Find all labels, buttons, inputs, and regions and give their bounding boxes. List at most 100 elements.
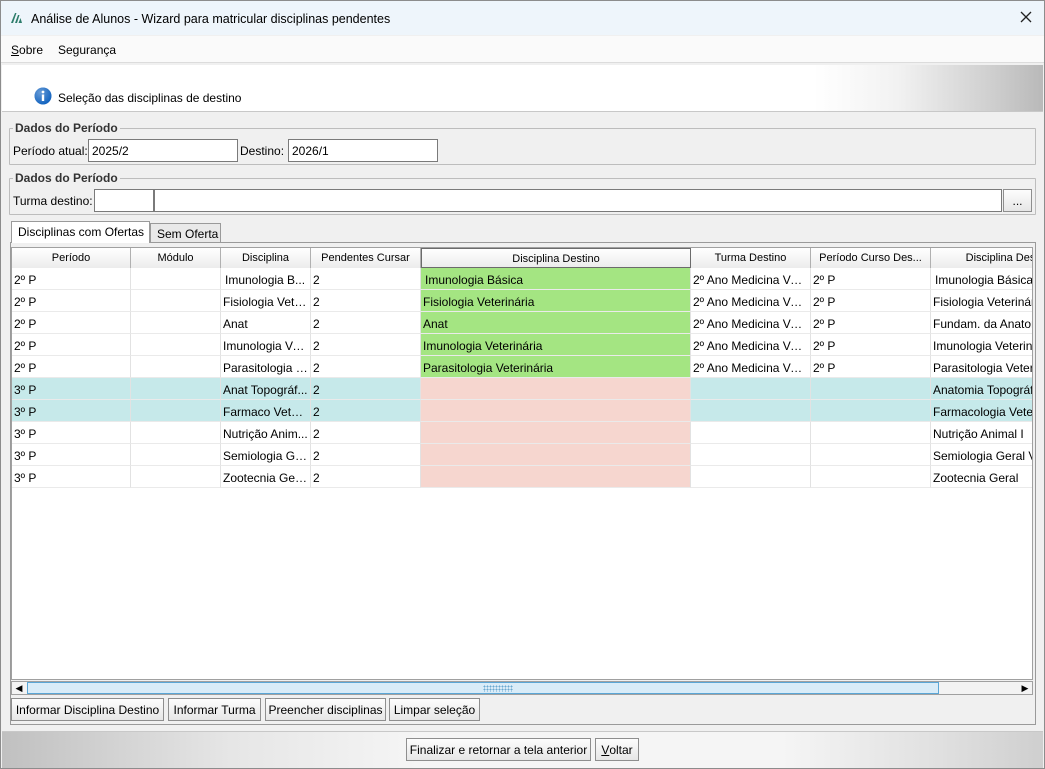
table-row[interactable]: 3º P Semiologia Ge... 2 Semiologia Geral Ve: [12, 444, 1032, 466]
cell-destino[interactable]: Parasitologia Veterinária: [421, 356, 691, 378]
finalizar-button[interactable]: Finalizar e retornar a tela anterior: [406, 738, 591, 761]
table-row[interactable]: 2º P Parasitologia V... 2 Parasitologia Vet…: [12, 356, 1032, 378]
cell-disc-des[interactable]: Semiologia Geral Ve: [931, 444, 1032, 466]
cell-pendentes[interactable]: 2: [311, 444, 421, 466]
cell-destino[interactable]: Imunologia Básica: [421, 268, 691, 290]
cell-periodo-curso[interactable]: 2º P: [811, 290, 931, 312]
tab-disciplinas-com-ofertas[interactable]: Disciplinas com Ofertas: [11, 221, 150, 243]
cell-disciplina[interactable]: Fisiologia Vete...: [221, 290, 311, 312]
cell-disc-des[interactable]: Parasitologia Veteri: [931, 356, 1032, 378]
cell-turma[interactable]: [691, 400, 811, 422]
cell-destino[interactable]: [421, 400, 691, 422]
cell-disciplina[interactable]: Semiologia Ge...: [221, 444, 311, 466]
cell-modulo[interactable]: [131, 378, 221, 400]
cell-disc-des[interactable]: Fisiologia Veterinár: [931, 290, 1032, 312]
cell-periodo[interactable]: 2º P: [12, 268, 131, 290]
cell-periodo-curso[interactable]: 2º P: [811, 356, 931, 378]
table-row[interactable]: 2º P Imunologia B... 2 Imunologia Básica 2º …: [12, 268, 1032, 290]
cell-periodo-curso[interactable]: [811, 422, 931, 444]
cell-pendentes[interactable]: 2: [311, 334, 421, 356]
table-row[interactable]: 2º P Imunologia Ve... 2 Imunologia Veteriná…: [12, 334, 1032, 356]
arrow-left-icon[interactable]: ◀: [12, 682, 26, 694]
cell-modulo[interactable]: [131, 356, 221, 378]
cell-periodo[interactable]: 2º P: [12, 356, 131, 378]
close-icon[interactable]: [1018, 9, 1034, 25]
cell-turma[interactable]: [691, 466, 811, 488]
cell-disciplina[interactable]: Imunologia B...: [221, 268, 311, 290]
cell-disc-des[interactable]: Imunologia Veterin: [931, 334, 1032, 356]
column-header[interactable]: Disciplina Des: [931, 248, 1032, 268]
column-header[interactable]: Disciplina Destino: [421, 248, 691, 268]
arrow-right-icon[interactable]: ▶: [1018, 682, 1032, 694]
cell-periodo-curso[interactable]: [811, 378, 931, 400]
cell-pendentes[interactable]: 2: [311, 268, 421, 290]
cell-pendentes[interactable]: 2: [311, 312, 421, 334]
cell-disciplina[interactable]: Imunologia Ve...: [221, 334, 311, 356]
column-header[interactable]: Disciplina: [221, 248, 311, 268]
tab-sem-oferta[interactable]: Sem Oferta: [150, 223, 221, 243]
scrollbar-thumb[interactable]: [27, 682, 939, 694]
table-row[interactable]: 3º P Nutrição Anim... 2 Nutrição Animal I: [12, 422, 1032, 444]
cell-periodo-curso[interactable]: [811, 466, 931, 488]
cell-disciplina[interactable]: Zootecnia Geral: [221, 466, 311, 488]
preencher-disciplinas-button[interactable]: Preencher disciplinas: [265, 698, 386, 721]
cell-disc-des[interactable]: Imunologia Básica: [931, 268, 1032, 290]
cell-periodo-curso[interactable]: 2º P: [811, 334, 931, 356]
cell-disciplina[interactable]: Farmaco Veter...: [221, 400, 311, 422]
column-header[interactable]: Módulo: [131, 248, 221, 268]
cell-pendentes[interactable]: 2: [311, 378, 421, 400]
cell-pendentes[interactable]: 2: [311, 290, 421, 312]
menu-sobre[interactable]: Sobre: [11, 43, 43, 57]
cell-pendentes[interactable]: 2: [311, 400, 421, 422]
destino-field[interactable]: 2026/1: [288, 139, 438, 162]
cell-destino[interactable]: Fisiologia Veterinária: [421, 290, 691, 312]
cell-periodo-curso[interactable]: [811, 400, 931, 422]
disciplinas-table[interactable]: Período Módulo Disciplina Pendentes Cursar D…: [11, 247, 1033, 680]
table-row[interactable]: 2º P Fisiologia Vete... 2 Fisiologia Veteri…: [12, 290, 1032, 312]
column-header[interactable]: Período: [12, 248, 131, 268]
cell-periodo-curso[interactable]: 2º P: [811, 268, 931, 290]
table-row[interactable]: 2º P Anat 2 Anat 2º Ano Medicina Vet... 2º PF…: [12, 312, 1032, 334]
cell-turma[interactable]: 2º Ano Medicina Vet...: [691, 290, 811, 312]
cell-periodo[interactable]: 3º P: [12, 422, 131, 444]
cell-turma[interactable]: 2º Ano Medicina Vet...: [691, 356, 811, 378]
informar-turma-button[interactable]: Informar Turma: [168, 698, 261, 721]
cell-disciplina[interactable]: Nutrição Anim...: [221, 422, 311, 444]
column-header[interactable]: Pendentes Cursar: [311, 248, 421, 268]
cell-turma[interactable]: 2º Ano Medicina Vet...: [691, 268, 811, 290]
turma-code-field[interactable]: [94, 189, 154, 212]
cell-pendentes[interactable]: 2: [311, 356, 421, 378]
periodo-atual-field[interactable]: 2025/2: [88, 139, 238, 162]
cell-modulo[interactable]: [131, 466, 221, 488]
table-row[interactable]: 3º P Zootecnia Geral 2 Zootecnia Geral: [12, 466, 1032, 488]
cell-destino[interactable]: [421, 422, 691, 444]
cell-disciplina[interactable]: Parasitologia V...: [221, 356, 311, 378]
cell-pendentes[interactable]: 2: [311, 466, 421, 488]
cell-destino[interactable]: Imunologia Veterinária: [421, 334, 691, 356]
cell-periodo[interactable]: 3º P: [12, 466, 131, 488]
limpar-selecao-button[interactable]: Limpar seleção: [389, 698, 480, 721]
cell-modulo[interactable]: [131, 422, 221, 444]
cell-disc-des[interactable]: Anatomia Topográf: [931, 378, 1032, 400]
cell-modulo[interactable]: [131, 334, 221, 356]
cell-disc-des[interactable]: Nutrição Animal I: [931, 422, 1032, 444]
table-row[interactable]: 3º P Farmaco Veter... 2 Farmacologia Veter: [12, 400, 1032, 422]
table-row[interactable]: 3º P Anat Topográf... 2 Anatomia Topográf: [12, 378, 1032, 400]
horizontal-scrollbar[interactable]: ◀ ▶: [11, 681, 1033, 695]
cell-disciplina[interactable]: Anat: [221, 312, 311, 334]
cell-pendentes[interactable]: 2: [311, 422, 421, 444]
cell-modulo[interactable]: [131, 400, 221, 422]
cell-destino[interactable]: [421, 378, 691, 400]
cell-turma[interactable]: [691, 378, 811, 400]
cell-destino[interactable]: [421, 444, 691, 466]
cell-turma[interactable]: 2º Ano Medicina Vet...: [691, 334, 811, 356]
cell-modulo[interactable]: [131, 290, 221, 312]
cell-disc-des[interactable]: Zootecnia Geral: [931, 466, 1032, 488]
cell-periodo[interactable]: 3º P: [12, 444, 131, 466]
cell-disc-des[interactable]: Farmacologia Veter: [931, 400, 1032, 422]
cell-turma[interactable]: 2º Ano Medicina Vet...: [691, 312, 811, 334]
cell-modulo[interactable]: [131, 268, 221, 290]
informar-disciplina-button[interactable]: Informar Disciplina Destino: [11, 698, 164, 721]
cell-periodo[interactable]: 2º P: [12, 312, 131, 334]
cell-periodo[interactable]: 2º P: [12, 334, 131, 356]
